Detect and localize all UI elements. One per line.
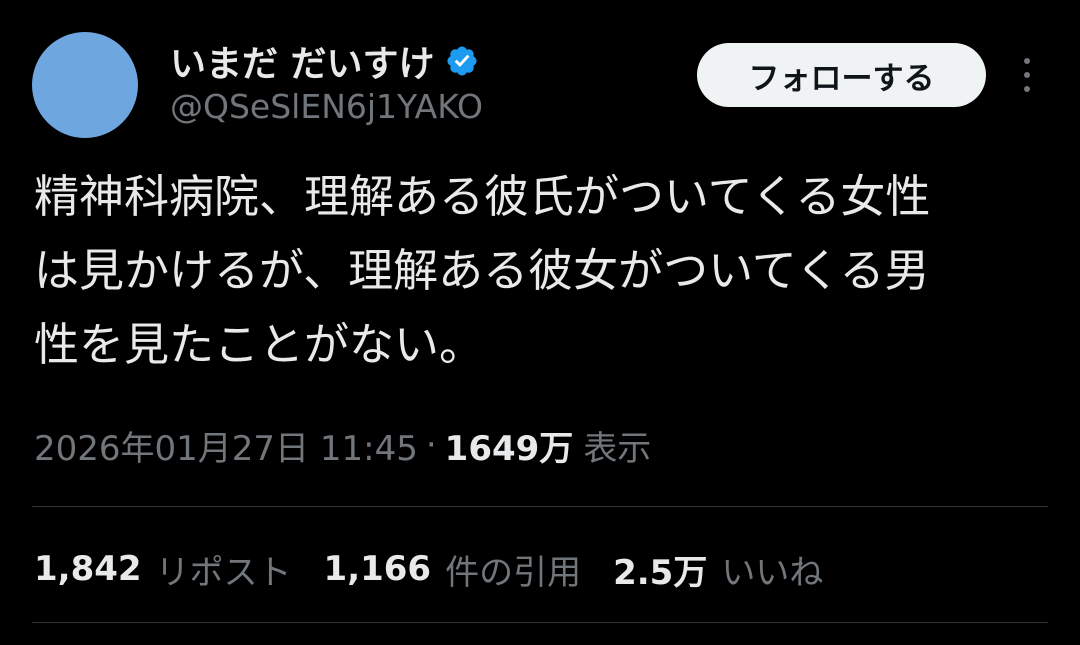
reposts-count: 1,842 [34, 549, 142, 589]
more-dot [1024, 58, 1030, 64]
tweet-meta: 2026年01月27日 11:45 · 1649万 表示 [34, 420, 651, 470]
engagement-stats: 1,842 リポスト 1,166 件の引用 2.5万 いいね [34, 544, 855, 594]
tweet-line: は見かけるが、理解ある彼女がついてくる男 [34, 244, 930, 297]
likes-stat[interactable]: 2.5万 いいね [613, 545, 823, 594]
quotes-stat[interactable]: 1,166 件の引用 [324, 545, 582, 594]
quotes-count: 1,166 [323, 549, 432, 589]
display-name[interactable]: いまだ だいすけ [170, 35, 435, 87]
tweet-text: 精神科病院、理解ある彼氏がついてくる女性 は見かけるが、理解ある彼女がついてくる… [34, 160, 1044, 382]
more-dot [1024, 72, 1030, 78]
likes-count: 2.5万 [613, 552, 708, 593]
meta-separator: · [425, 425, 437, 465]
tweet-line: 性を見たことがない。 [34, 318, 485, 371]
divider [32, 622, 1048, 623]
quotes-label: 件の引用 [445, 552, 582, 593]
author-name-row: いまだ だいすけ [170, 36, 479, 86]
divider [32, 506, 1048, 507]
follow-button[interactable]: フォローする [697, 43, 986, 107]
more-vertical-icon[interactable] [1012, 54, 1042, 96]
reposts-label: リポスト [155, 552, 292, 593]
timestamp[interactable]: 2026年01月27日 11:45 [34, 421, 418, 470]
tweet-line: 精神科病院、理解ある彼氏がついてくる女性 [34, 170, 931, 223]
more-dot [1024, 86, 1030, 92]
author-handle[interactable]: @QSeSlEN6j1YAKO [170, 87, 483, 126]
avatar[interactable] [32, 32, 138, 138]
views-count: 1649万 [444, 428, 574, 469]
likes-label: いいね [721, 552, 824, 593]
reposts-stat[interactable]: 1,842 リポスト [34, 545, 292, 594]
views-label: 表示 [583, 428, 652, 469]
verified-badge-icon [447, 46, 477, 76]
